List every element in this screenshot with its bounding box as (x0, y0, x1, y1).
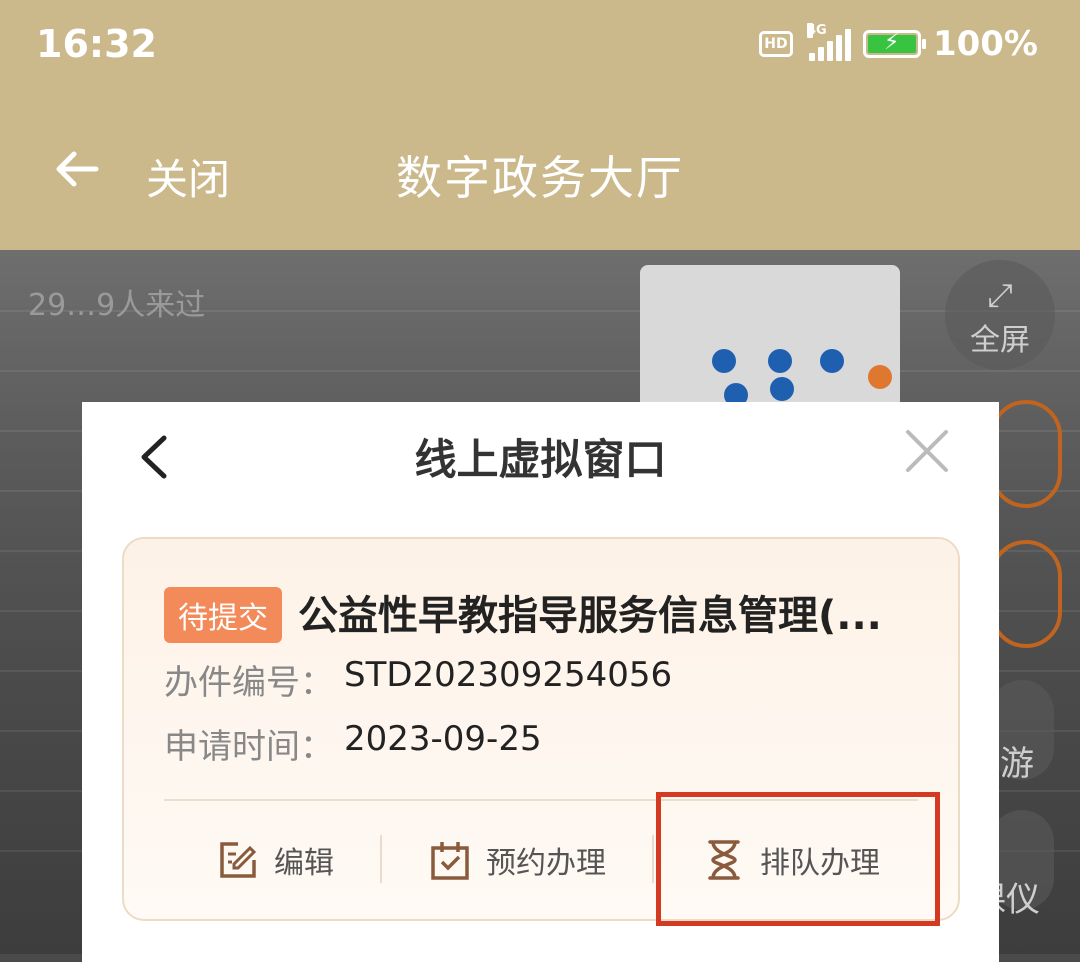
status-icons: HD 4G ⚡ 100% (758, 23, 1038, 64)
wall-board (640, 265, 900, 425)
battery-icon: ⚡ (862, 30, 926, 58)
appointment-button[interactable]: 预约办理 (428, 835, 606, 885)
case-number-row: 办件编号： STD202309254056 (164, 655, 672, 704)
status-bar: 16:32 HD 4G ⚡ 100% (0, 0, 1080, 92)
network-type: 4G (806, 23, 827, 38)
highlight-box (656, 792, 940, 926)
side-label-1: 游 (1000, 744, 1034, 784)
apply-time-label: 申请时间： (164, 727, 334, 767)
status-badge: 待提交 (164, 587, 282, 643)
close-icon[interactable] (904, 428, 950, 474)
expand-icon: ⤢ (987, 276, 1013, 314)
battery-percent: 100% (932, 24, 1038, 64)
edit-label: 编辑 (274, 846, 334, 881)
side-button-1[interactable] (990, 400, 1062, 508)
action-separator (652, 835, 654, 883)
signal-icon: 4G (805, 23, 851, 61)
case-number-label: 办件编号： (164, 663, 334, 703)
hd-icon: HD (758, 31, 793, 57)
action-separator (380, 835, 382, 883)
dialog-title: 线上虚拟窗口 (414, 435, 667, 484)
page-title: 数字政务大厅 (396, 151, 684, 205)
visitor-count: 29…9人来过 (28, 288, 206, 323)
calendar-check-icon (431, 842, 469, 880)
edit-icon (220, 842, 257, 878)
case-number-value: STD202309254056 (344, 655, 673, 695)
app-bar: 关闭 数字政务大厅 (0, 92, 1080, 250)
apply-time-row: 申请时间： 2023-09-25 (164, 719, 542, 768)
side-button-2[interactable] (990, 540, 1062, 648)
apply-time-value: 2023-09-25 (344, 719, 542, 759)
application-title: 公益性早教指导服务信息管理(... (298, 593, 882, 639)
status-time: 16:32 (36, 22, 157, 66)
fullscreen-button[interactable]: ⤢ 全屏 (945, 260, 1055, 370)
edit-button[interactable]: 编辑 (216, 835, 334, 885)
appointment-label: 预约办理 (486, 846, 606, 881)
fullscreen-label: 全屏 (970, 323, 1030, 358)
